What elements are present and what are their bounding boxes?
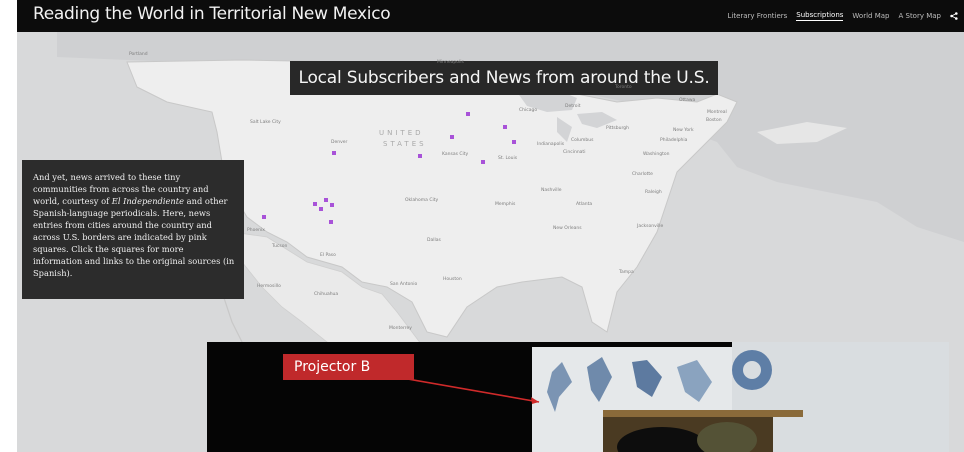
- nav-story-map[interactable]: A Story Map: [898, 12, 941, 20]
- share-icon[interactable]: [950, 12, 958, 20]
- news-marker[interactable]: [450, 135, 454, 139]
- city-label: Indianapolis: [537, 142, 565, 147]
- city-label: Detroit: [565, 104, 581, 109]
- city-label: Hermosillo: [257, 284, 281, 289]
- city-label: Jacksonville: [637, 224, 664, 229]
- news-marker[interactable]: [262, 215, 266, 219]
- city-label: Oklahoma City: [405, 198, 439, 203]
- nav-literary-frontiers[interactable]: Literary Frontiers: [727, 12, 787, 20]
- city-label: Pittsburgh: [606, 126, 629, 131]
- city-label: Tampa: [619, 270, 634, 275]
- news-marker[interactable]: [330, 203, 334, 207]
- news-marker[interactable]: [466, 112, 470, 116]
- city-label: Ottawa: [679, 98, 696, 103]
- city-label: Minneapolis: [437, 60, 464, 65]
- city-label: New Orleans: [553, 226, 582, 231]
- city-label: St. Louis: [498, 156, 518, 161]
- city-label: Atlanta: [576, 202, 593, 207]
- header-bar: Reading the World in Territorial New Mex…: [17, 0, 964, 32]
- city-label: El Paso: [320, 253, 336, 258]
- nav-menu: Literary Frontiers Subscriptions World M…: [727, 0, 958, 32]
- map-title: Local Subscribers and News from around t…: [290, 61, 718, 95]
- country-label-line2: STATES: [383, 140, 427, 148]
- city-label: Phoenix: [247, 228, 265, 233]
- city-label: Boston: [706, 118, 722, 123]
- news-marker[interactable]: [512, 140, 516, 144]
- city-label: Chihuahua: [314, 292, 339, 297]
- nav-subscriptions[interactable]: Subscriptions: [796, 11, 844, 21]
- projector-label: Projector B: [283, 354, 414, 380]
- city-label: New York: [673, 128, 694, 133]
- city-label: Montreal: [707, 110, 727, 115]
- city-label: Toronto: [615, 85, 632, 90]
- city-label: Salt Lake City: [250, 120, 281, 125]
- city-label: Denver: [331, 140, 348, 145]
- city-label: Columbus: [571, 138, 594, 143]
- country-label-line1: UNITED: [379, 129, 424, 137]
- city-label: Nashville: [541, 188, 562, 193]
- projector-overlay: Projector B: [207, 342, 949, 452]
- city-label: Chicago: [519, 108, 538, 113]
- city-label: Portland: [129, 52, 148, 57]
- news-marker[interactable]: [481, 160, 485, 164]
- news-marker[interactable]: [329, 220, 333, 224]
- news-marker[interactable]: [332, 151, 336, 155]
- city-label: Memphis: [495, 202, 516, 207]
- caption-text-after: and other Spanish-language periodicals. …: [33, 196, 235, 278]
- nav-world-map[interactable]: World Map: [852, 12, 889, 20]
- city-label: San Antonio: [390, 282, 418, 287]
- city-label: Cincinnati: [563, 150, 586, 155]
- news-marker[interactable]: [418, 154, 422, 158]
- city-label: Philadelphia: [660, 138, 688, 143]
- city-label: Tucson: [272, 244, 288, 249]
- news-marker[interactable]: [319, 207, 323, 211]
- city-label: Washington: [643, 152, 670, 157]
- city-label: Monterrey: [389, 326, 412, 331]
- city-label: Houston: [443, 277, 462, 282]
- caption-panel: And yet, news arrived to these tiny comm…: [22, 160, 244, 299]
- news-marker[interactable]: [313, 202, 317, 206]
- app-title: Reading the World in Territorial New Mex…: [33, 4, 391, 24]
- caption-emphasis: El Independiente: [111, 196, 185, 206]
- city-label: Raleigh: [645, 190, 662, 195]
- news-marker[interactable]: [503, 125, 507, 129]
- city-label: Kansas City: [442, 152, 469, 157]
- city-label: Dallas: [427, 238, 441, 243]
- news-marker[interactable]: [324, 198, 328, 202]
- city-label: Charlotte: [632, 172, 653, 177]
